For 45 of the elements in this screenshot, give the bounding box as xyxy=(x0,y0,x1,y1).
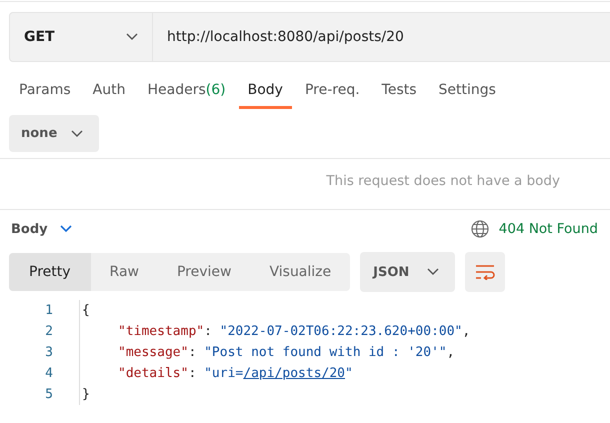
line-number: 2 xyxy=(44,324,54,339)
json-punctuation: : xyxy=(188,345,198,360)
line-number: 3 xyxy=(44,345,54,360)
json-key: "timestamp" xyxy=(118,324,204,339)
status-text: 404 Not Found xyxy=(498,221,598,237)
view-tab[interactable]: Preview xyxy=(158,253,250,291)
chevron-down-icon xyxy=(126,33,138,41)
method-dropdown[interactable]: GET xyxy=(9,12,153,62)
json-link[interactable]: /api/posts/20 xyxy=(243,366,345,381)
json-punctuation: } xyxy=(82,387,90,402)
tab[interactable]: Auth xyxy=(84,82,134,109)
empty-body-message: This request does not have a body xyxy=(326,173,560,189)
wrap-lines-icon xyxy=(475,264,496,280)
json-string: " xyxy=(345,366,353,381)
line-number: 4 xyxy=(44,366,54,381)
json-key: "message" xyxy=(118,345,188,360)
body-type-dropdown[interactable]: none xyxy=(9,115,100,152)
chevron-down-icon xyxy=(60,225,72,233)
response-body-dropdown[interactable]: Body xyxy=(11,222,72,236)
format-dropdown[interactable]: JSON xyxy=(360,252,456,292)
json-string: "2022-07-02T06:22:23.620+00:00" xyxy=(220,324,462,339)
chevron-down-icon xyxy=(427,268,440,276)
wrap-lines-button[interactable] xyxy=(465,252,506,292)
tab[interactable]: Tests xyxy=(372,82,426,109)
tab[interactable]: Settings xyxy=(430,82,505,109)
tab[interactable]: Body xyxy=(238,82,292,109)
tab[interactable]: Params xyxy=(10,82,80,109)
json-string: "uri= xyxy=(204,366,244,381)
json-punctuation: , xyxy=(446,345,455,360)
view-tab[interactable]: Pretty xyxy=(9,253,91,291)
url-field[interactable]: http://localhost:8080/api/posts/20 xyxy=(153,12,610,62)
view-tab[interactable]: Visualize xyxy=(250,253,350,291)
json-string: "Post not found with id : '20'" xyxy=(204,345,447,360)
json-punctuation: : xyxy=(188,366,198,381)
line-number: 5 xyxy=(44,387,54,402)
view-tab[interactable]: Raw xyxy=(90,253,158,291)
json-punctuation: { xyxy=(82,303,90,318)
tab[interactable]: Headers(6) xyxy=(138,82,235,109)
tab[interactable]: Pre-req. xyxy=(296,82,369,109)
json-key: "details" xyxy=(118,366,188,381)
json-punctuation: , xyxy=(462,324,470,339)
chevron-down-icon xyxy=(71,130,84,138)
line-number: 1 xyxy=(44,303,54,318)
json-punctuation: : xyxy=(204,324,213,339)
globe-icon xyxy=(470,220,489,238)
